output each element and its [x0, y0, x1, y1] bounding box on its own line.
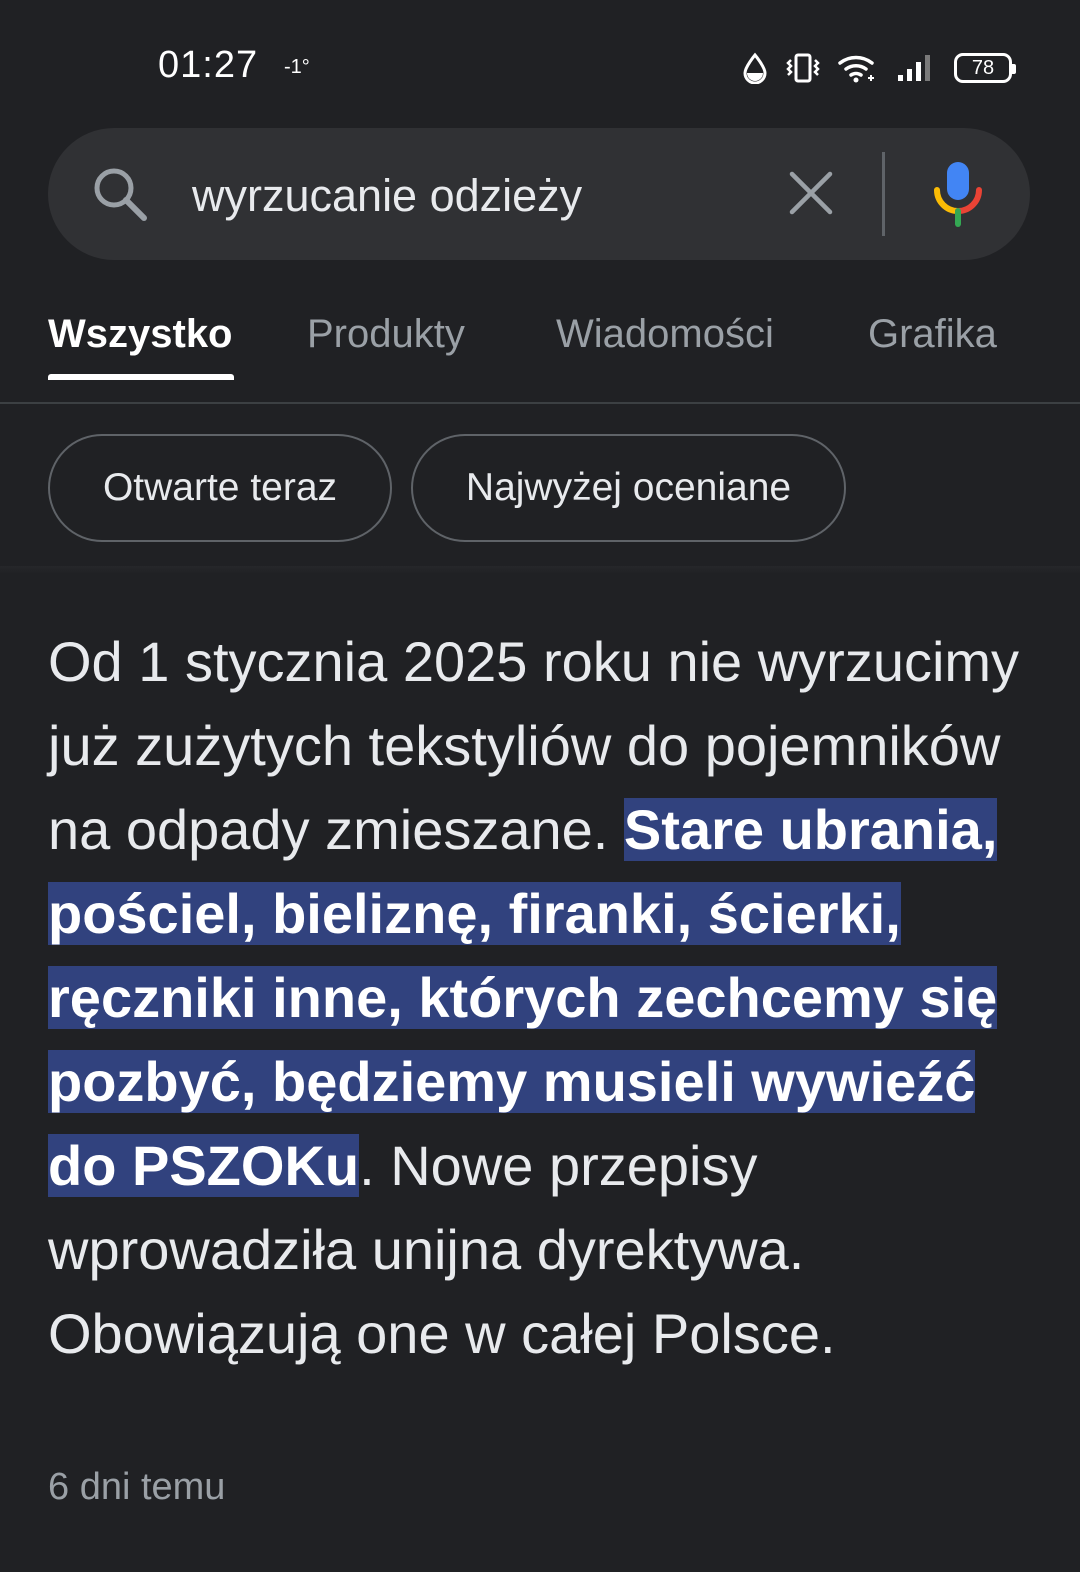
tab-wiadomosci[interactable]: Wiadomości — [556, 312, 774, 357]
tabs-divider — [0, 402, 1080, 404]
chip-otwarte-teraz[interactable]: Otwarte teraz — [48, 434, 392, 542]
status-time: 01:27 — [158, 44, 259, 86]
chip-label: Otwarte teraz — [102, 466, 338, 509]
chip-najwyzej-oceniane[interactable]: Najwyżej oceniane — [411, 434, 846, 542]
drop-icon — [742, 52, 768, 84]
tab-produkty[interactable]: Produkty — [307, 312, 465, 357]
wifi-icon — [838, 53, 878, 83]
chips-divider — [0, 566, 1080, 574]
chip-label: Najwyżej oceniane — [465, 466, 792, 509]
status-temperature: -1° — [284, 56, 310, 78]
search-icon[interactable] — [90, 164, 150, 229]
battery-icon: 78 — [954, 53, 1016, 83]
active-tab-indicator — [48, 374, 234, 380]
tab-grafika[interactable]: Grafika — [868, 312, 997, 357]
status-icons: 78 — [742, 48, 1016, 88]
close-icon[interactable] — [784, 166, 838, 225]
search-divider — [882, 152, 885, 236]
tab-wszystko[interactable]: Wszystko — [48, 312, 233, 357]
mic-icon[interactable] — [932, 160, 984, 233]
featured-snippet: Od 1 stycznia 2025 roku nie wyrzucimy ju… — [48, 620, 1038, 1376]
status-bar: 01:27 -1° 78 — [0, 0, 1080, 128]
vibrate-icon — [786, 53, 820, 83]
snippet-date: 6 dni temu — [48, 1466, 226, 1508]
signal-icon — [896, 53, 936, 83]
search-input[interactable]: wyrzucanie odzieży — [192, 168, 582, 224]
tabs-bar: Wszystko Produkty Wiadomości Grafika — [0, 300, 1080, 404]
